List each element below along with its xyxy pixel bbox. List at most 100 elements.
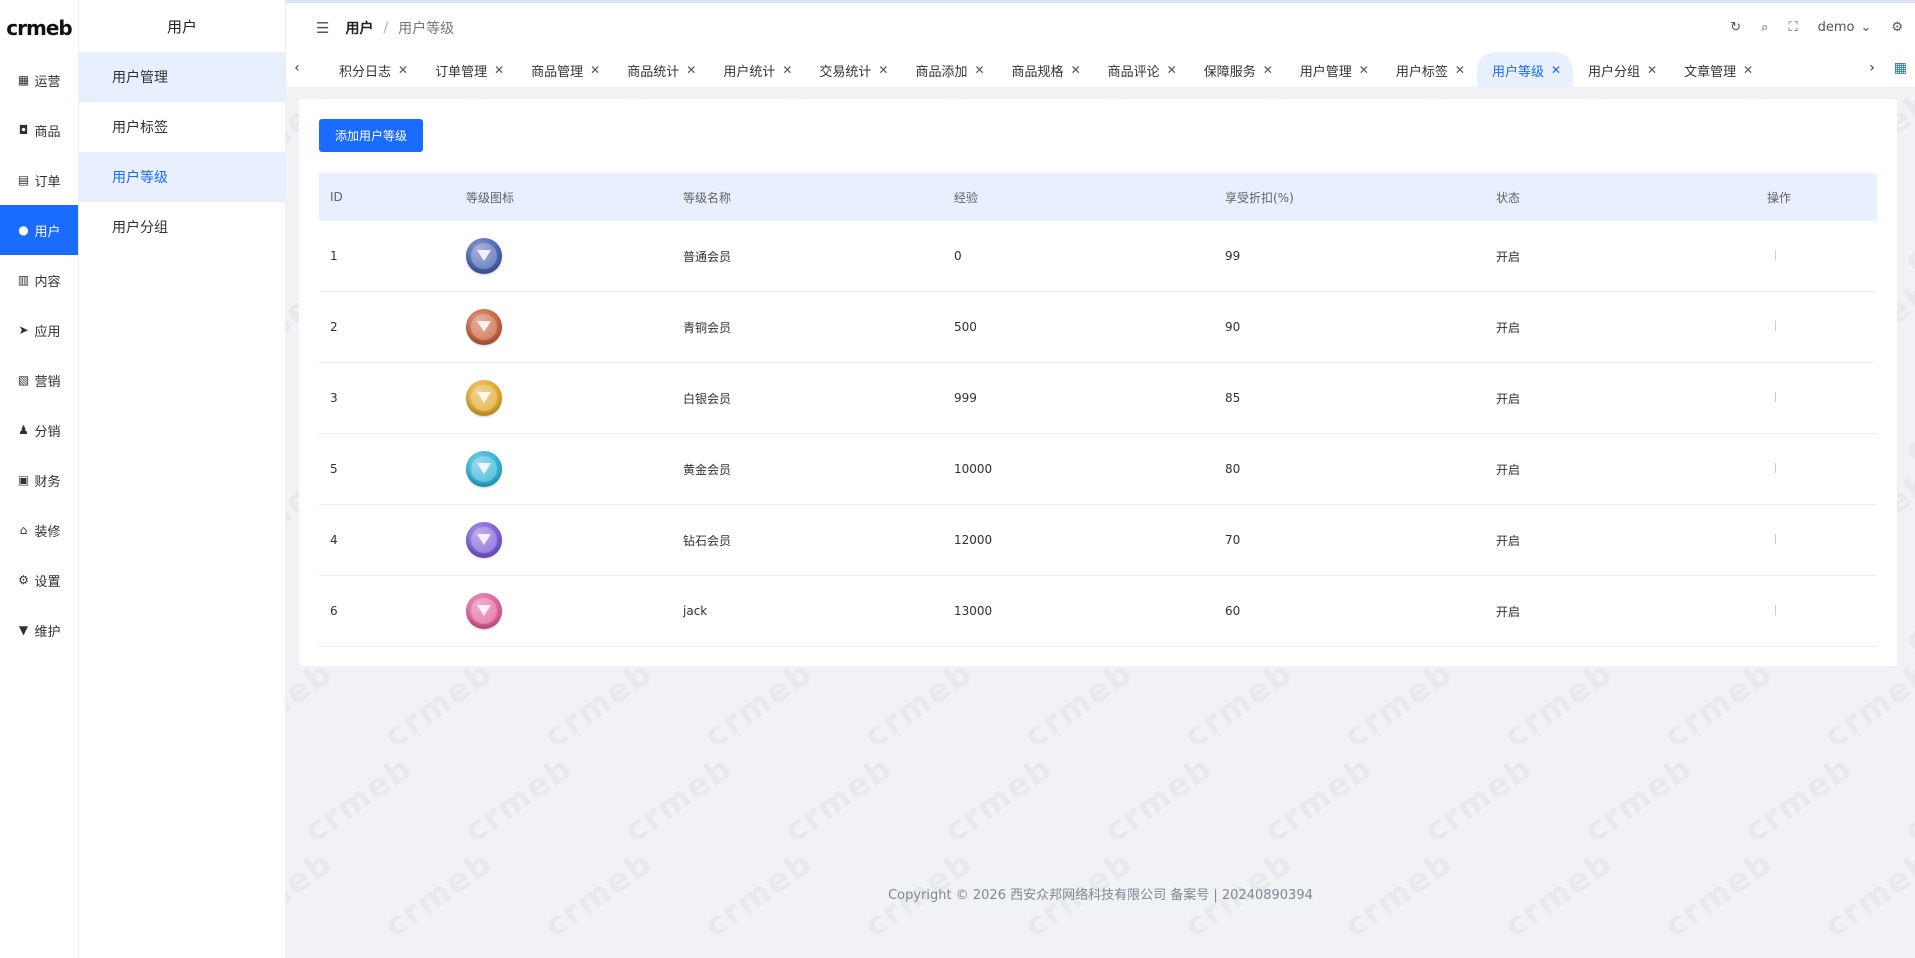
bag-icon: ◘	[18, 123, 29, 137]
cell-level-name: 白银会员	[683, 391, 732, 406]
cell-discount: 90	[1225, 320, 1241, 334]
menu-toggle-icon[interactable]: ☰	[316, 19, 329, 37]
add-user-level-button[interactable]: 添加用户等级	[319, 119, 423, 152]
tab[interactable]: 文章管理 ✕	[1669, 52, 1765, 87]
close-icon[interactable]: ✕	[1167, 63, 1177, 77]
tab[interactable]: 商品管理 ✕	[516, 52, 612, 87]
cell-status: 开启	[1496, 462, 1521, 477]
table-row: 2 青铜会员 500 90 开启	[319, 292, 1877, 363]
close-icon[interactable]: ✕	[1551, 63, 1561, 77]
watermark-text: crmeb	[297, 748, 419, 850]
sub-nav-item-user-groups[interactable]: 用户分组	[79, 202, 285, 252]
tab[interactable]: 用户管理 ✕	[1285, 52, 1381, 87]
close-icon[interactable]: ✕	[1455, 63, 1465, 77]
book-icon: ▥	[17, 273, 30, 287]
tab-label: 积分日志	[339, 64, 392, 80]
tab[interactable]: 保障服务 ✕	[1189, 52, 1285, 87]
level-badge-icon	[466, 593, 502, 629]
tab[interactable]: 交易统计 ✕	[804, 52, 900, 87]
tab-label: 用户标签	[1395, 64, 1448, 80]
tab[interactable]: 积分日志 ✕	[324, 52, 420, 87]
rail-item[interactable]: ⚙ 设置	[0, 555, 78, 605]
tab[interactable]: 用户统计 ✕	[708, 52, 804, 87]
table-row: 5 黄金会员 10000 80 开启	[319, 434, 1877, 505]
tabs-grid-icon[interactable]: ▦	[1894, 60, 1907, 76]
tab[interactable]: 商品评论 ✕	[1093, 52, 1189, 87]
tab[interactable]: 订单管理 ✕	[420, 52, 516, 87]
close-icon[interactable]: ✕	[1647, 63, 1657, 77]
action-divider	[1775, 605, 1776, 615]
cell-id: 3	[330, 391, 338, 405]
cell-level-name: 钻石会员	[683, 533, 732, 548]
column-header: 操作	[1767, 190, 1792, 205]
sub-nav-item-user-levels[interactable]: 用户等级	[79, 152, 285, 202]
cell-experience: 0	[954, 249, 962, 263]
app-logo[interactable]: crmeb	[0, 0, 78, 55]
cell-actions	[1756, 391, 1877, 405]
rail-item[interactable]: ◘ 商品	[0, 105, 78, 155]
search-icon[interactable]: ⌕	[1761, 20, 1768, 35]
cell-experience: 13000	[954, 604, 993, 618]
close-icon[interactable]: ✕	[1359, 63, 1369, 77]
close-icon[interactable]: ✕	[1263, 63, 1273, 77]
action-divider	[1775, 463, 1776, 473]
close-icon[interactable]: ✕	[494, 63, 504, 77]
rail-item[interactable]: ▤ 订单	[0, 155, 78, 205]
rail-item-label: 用户	[34, 224, 61, 240]
rail-item[interactable]: ▣ 财务	[0, 455, 78, 505]
close-icon[interactable]: ✕	[782, 63, 792, 77]
rail-item[interactable]: ● 用户	[0, 205, 78, 255]
cell-level-name: 青铜会员	[683, 320, 732, 335]
level-badge-icon	[466, 451, 502, 487]
table-header: ID 等级图标 等级名称 经验 享受折扣(%) 状态 操作	[319, 173, 1877, 221]
rail-item[interactable]: ▦ 运营	[0, 55, 78, 105]
tab[interactable]: 用户标签 ✕	[1381, 52, 1477, 87]
breadcrumb-item[interactable]: 用户	[345, 18, 373, 38]
watermark-text: crmeb	[777, 748, 899, 850]
user-menu[interactable]: demo ⌄	[1818, 20, 1872, 35]
grid-icon: ▦	[17, 73, 30, 87]
rail-item-label: 订单	[34, 174, 61, 190]
rail-item[interactable]: ▼ 维护	[0, 605, 78, 655]
gear-icon[interactable]: ⚙	[1891, 20, 1903, 35]
sub-nav-item-user-tags[interactable]: 用户标签	[79, 102, 285, 152]
rail-item-label: 设置	[34, 574, 61, 590]
rail-item[interactable]: ➤ 应用	[0, 305, 78, 355]
rail-item[interactable]: ⌂ 装修	[0, 505, 78, 555]
watermark-text: crmeb	[1897, 368, 1915, 470]
close-icon[interactable]: ✕	[686, 63, 696, 77]
chevron-left-icon[interactable]: ‹	[290, 60, 304, 76]
sub-nav-item-user-management[interactable]: 用户管理	[79, 52, 285, 102]
chevron-right-icon[interactable]: ›	[1865, 60, 1879, 76]
close-icon[interactable]: ✕	[974, 63, 984, 77]
rail-item[interactable]: ♟ 分销	[0, 405, 78, 455]
column-header: 状态	[1496, 190, 1521, 205]
refresh-icon[interactable]: ↻	[1730, 20, 1741, 35]
person-icon: ♟	[18, 423, 29, 437]
tab[interactable]: 商品规格 ✕	[997, 52, 1093, 87]
cell-discount: 60	[1225, 604, 1241, 618]
rail-item[interactable]: ▧ 营销	[0, 355, 78, 405]
rail-item[interactable]: ▥ 内容	[0, 255, 78, 305]
fullscreen-icon[interactable]: ⛶	[1788, 20, 1797, 35]
level-badge-icon	[466, 522, 502, 558]
level-badge-icon	[466, 309, 502, 345]
cell-status: 开启	[1496, 320, 1521, 335]
watermark-text: crmeb	[1017, 653, 1139, 755]
close-icon[interactable]: ✕	[1071, 63, 1081, 77]
tab[interactable]: 用户等级 ✕	[1476, 52, 1574, 87]
tab[interactable]: 用户分组 ✕	[1573, 52, 1669, 87]
close-icon[interactable]: ✕	[1743, 63, 1753, 77]
close-icon[interactable]: ✕	[878, 63, 888, 77]
close-icon[interactable]: ✕	[590, 63, 600, 77]
user-icon: ●	[18, 223, 29, 237]
tab[interactable]: 商品统计 ✕	[612, 52, 708, 87]
gear-icon: ⚙	[18, 573, 29, 587]
close-icon[interactable]: ✕	[398, 63, 408, 77]
cell-experience: 500	[954, 320, 977, 334]
send-icon: ➤	[18, 323, 29, 337]
watermark-text: crmeb	[537, 653, 659, 755]
table-body: 1 普通会员 0 99 开启 2 青铜会员 500 90 开启 3 白银会员 999 85 开启 5 黄金会员 1…	[319, 221, 1877, 647]
rail-item-label: 维护	[34, 624, 61, 640]
tab[interactable]: 商品添加 ✕	[900, 52, 996, 87]
